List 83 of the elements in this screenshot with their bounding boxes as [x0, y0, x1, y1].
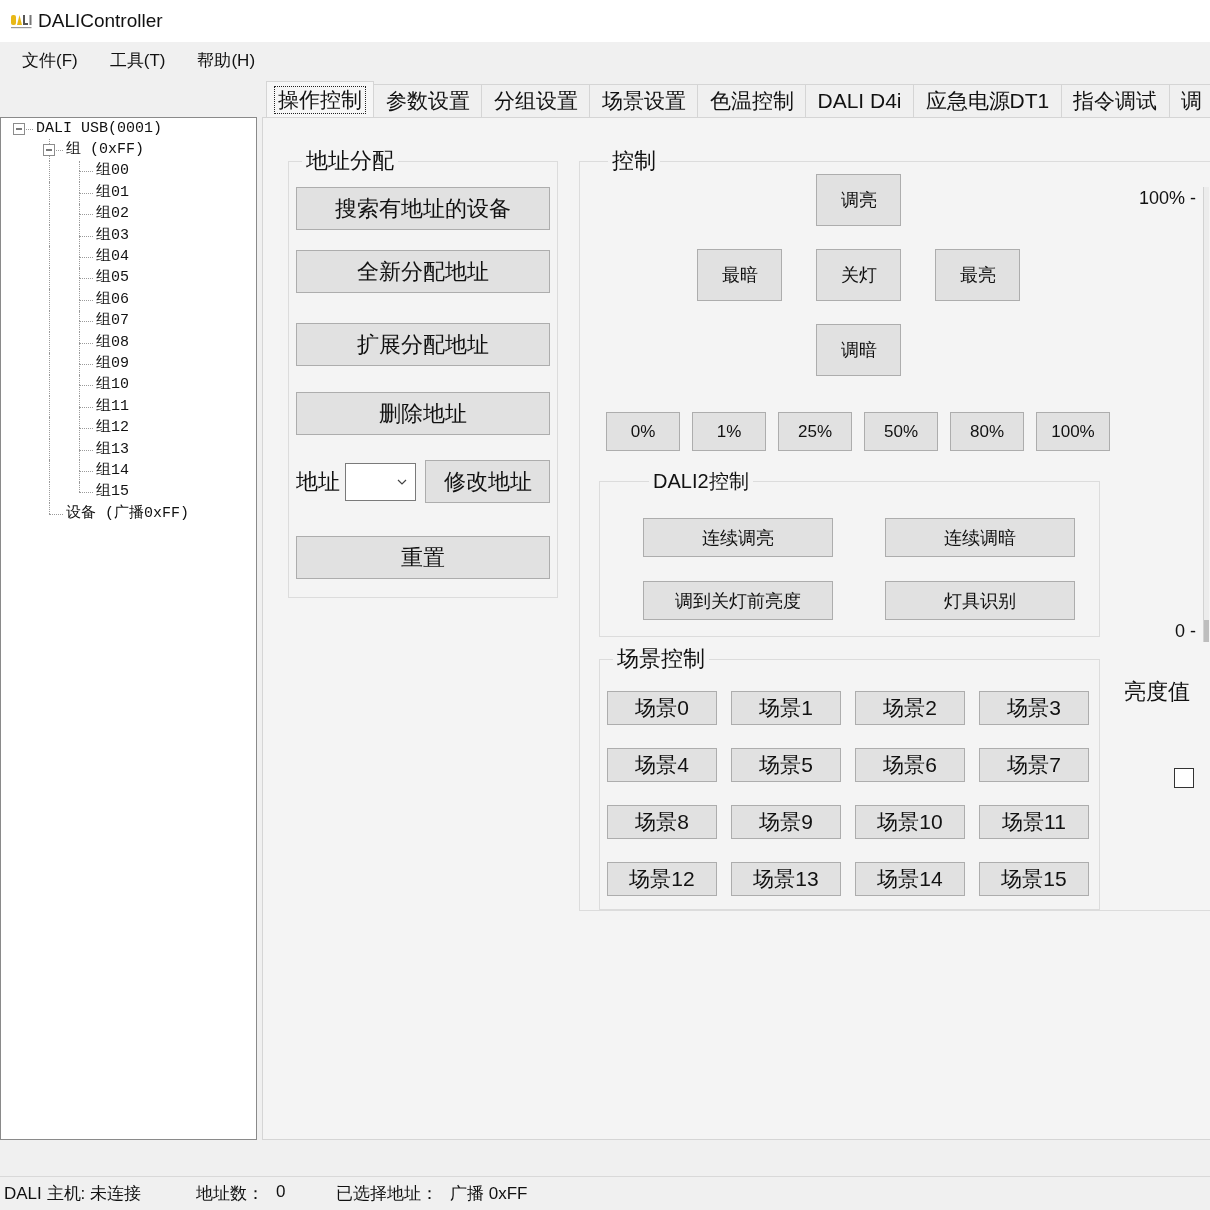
scale-min-label: 0 - [1175, 620, 1196, 642]
status-value: 0 [276, 1182, 286, 1203]
dimming-button[interactable]: 关灯 [816, 249, 901, 301]
logo-icon [11, 13, 33, 29]
tree-item[interactable]: 组14 [96, 460, 129, 481]
scene-button[interactable]: 场景13 [731, 862, 841, 896]
dali2-button[interactable]: 连续调亮 [643, 518, 833, 557]
tree-item[interactable]: DALI USB(0001) [36, 118, 163, 139]
group-title: DALI2控制 [652, 469, 750, 493]
window-title: DALIController [38, 10, 163, 32]
tree-item[interactable]: 组08 [96, 332, 129, 353]
tree-item[interactable]: 组15 [96, 482, 129, 503]
tree-item[interactable]: 组00 [96, 161, 129, 182]
dimming-button[interactable]: 调亮 [816, 174, 901, 226]
action-button[interactable]: 搜索有地址的设备 [296, 187, 550, 230]
status-value: 广播 0xFF [450, 1183, 528, 1205]
brightness-slider[interactable] [1203, 187, 1209, 642]
scene-button[interactable]: 场景15 [979, 862, 1089, 896]
tab[interactable]: 操作控制 [266, 81, 374, 117]
group-title: 控制 [611, 148, 657, 174]
tree-item[interactable]: 组01 [96, 182, 129, 203]
action-button[interactable]: 全新分配地址 [296, 250, 550, 293]
scene-button[interactable]: 场景7 [979, 748, 1089, 782]
tree-item[interactable]: 组10 [96, 375, 129, 396]
dimming-button[interactable]: 最亮 [935, 249, 1020, 301]
status-label: 地址数： [196, 1183, 264, 1205]
status-label: 已选择地址： [336, 1183, 438, 1205]
scene-button[interactable]: 场景11 [979, 805, 1089, 839]
menu-item[interactable]: 文件(F) [20, 48, 80, 72]
menu-item[interactable]: 工具(T) [107, 48, 168, 72]
dimming-button[interactable]: 调暗 [816, 324, 901, 376]
scene-button[interactable]: 场景1 [731, 691, 841, 725]
chevron-down-icon [397, 478, 407, 485]
tree-item[interactable]: 组13 [96, 439, 129, 460]
tree-item[interactable]: 组12 [96, 418, 129, 439]
group-title: 地址分配 [305, 148, 395, 174]
tree-item[interactable]: 组07 [96, 311, 129, 332]
scene-button[interactable]: 场景4 [607, 748, 717, 782]
dimming-button[interactable]: 最暗 [697, 249, 782, 301]
scene-button[interactable]: 场景14 [855, 862, 965, 896]
scene-button[interactable]: 场景3 [979, 691, 1089, 725]
level-button[interactable]: 0% [606, 412, 680, 451]
minus-box-icon[interactable] [13, 122, 25, 135]
tree-item[interactable]: 组 (0xFF) [66, 140, 144, 161]
level-button[interactable]: 25% [778, 412, 852, 451]
status-label: DALI 主机: [4, 1183, 86, 1205]
level-button[interactable]: 1% [692, 412, 766, 451]
checkbox[interactable] [1174, 768, 1194, 788]
minus-box-icon[interactable] [43, 144, 55, 157]
brightness-label: 亮度值 [1124, 679, 1191, 705]
level-button[interactable]: 50% [864, 412, 938, 451]
tree-item[interactable]: 设备 (广播0xFF) [66, 503, 189, 524]
scene-button[interactable]: 场景2 [855, 691, 965, 725]
level-button[interactable]: 80% [950, 412, 1024, 451]
status-value: 未连接 [90, 1183, 142, 1205]
level-button[interactable]: 100% [1036, 412, 1110, 451]
tree-item[interactable]: 组11 [96, 396, 129, 417]
menu-item[interactable]: 帮助(H) [195, 48, 258, 72]
modify-address-button[interactable]: 修改地址 [425, 460, 550, 503]
group-title: 场景控制 [616, 646, 706, 672]
action-button[interactable]: 删除地址 [296, 392, 550, 435]
action-button[interactable]: 扩展分配地址 [296, 323, 550, 366]
tree-item[interactable]: 组03 [96, 225, 129, 246]
tree-item[interactable]: 组04 [96, 247, 129, 268]
address-dropdown[interactable] [345, 462, 416, 501]
tree-item[interactable]: 组06 [96, 289, 129, 310]
tree-item[interactable]: 组05 [96, 268, 129, 289]
scene-button[interactable]: 场景12 [607, 862, 717, 896]
tree-item[interactable]: 组09 [96, 354, 129, 374]
scene-button[interactable]: 场景9 [731, 805, 841, 839]
slider-thumb[interactable] [1204, 620, 1209, 642]
scale-max-label: 100% - [1138, 187, 1196, 209]
dali2-button[interactable]: 调到关灯前亮度 [643, 581, 833, 620]
dali2-button[interactable]: 连续调暗 [885, 518, 1075, 557]
scene-button[interactable]: 场景5 [731, 748, 841, 782]
scene-button[interactable]: 场景0 [607, 691, 717, 725]
dali2-button[interactable]: 灯具识别 [885, 581, 1075, 620]
reset-button[interactable]: 重置 [296, 536, 550, 579]
tree-item[interactable]: 组02 [96, 204, 129, 225]
scene-button[interactable]: 场景10 [855, 805, 965, 839]
address-label: 地址 [296, 467, 340, 496]
scene-button[interactable]: 场景8 [607, 805, 717, 839]
scene-button[interactable]: 场景6 [855, 748, 965, 782]
